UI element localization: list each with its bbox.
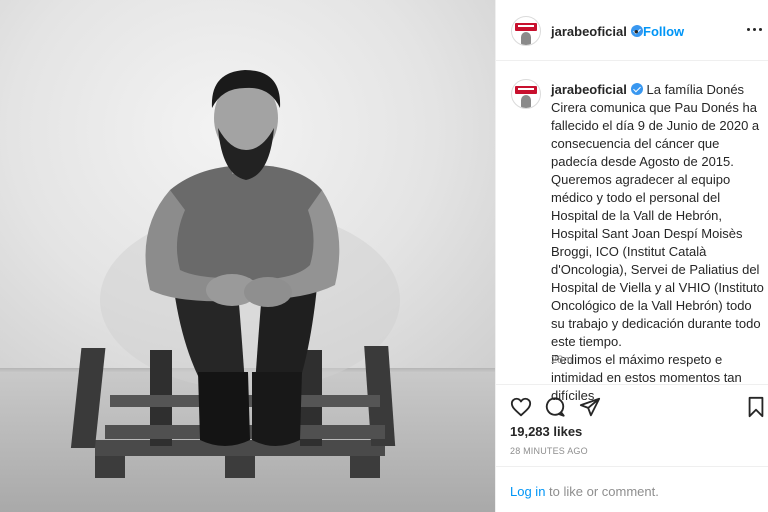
caption-username[interactable]: jarabeoficial xyxy=(551,82,627,97)
avatar-logo-stripe xyxy=(518,88,534,90)
header-username-text[interactable]: jarabeoficial xyxy=(551,24,627,39)
post-timestamp[interactable]: 28 MINUTES AGO xyxy=(510,446,588,456)
avatar-figure xyxy=(521,32,531,45)
post-side-panel: jarabeoficial • Follow jarabeoficial La … xyxy=(496,0,768,512)
comment-bubble-icon[interactable] xyxy=(544,396,566,418)
header-username[interactable]: jarabeoficial xyxy=(551,24,643,39)
verified-badge-icon xyxy=(630,83,643,95)
heart-icon[interactable] xyxy=(510,396,532,418)
more-options-icon[interactable] xyxy=(746,20,764,38)
avatar[interactable] xyxy=(511,16,541,46)
caption-timestamp[interactable]: 28m xyxy=(551,354,572,366)
login-prompt: Log in to like or comment. xyxy=(510,484,659,499)
more-dot xyxy=(747,28,750,31)
more-dot xyxy=(753,28,756,31)
more-dot xyxy=(759,28,762,31)
avatar-logo-stripe xyxy=(518,25,534,27)
post-actions: 19,283 likes 28 MINUTES AGO Log in to li… xyxy=(496,384,768,512)
photo-subject xyxy=(70,70,400,478)
avatar-figure xyxy=(521,95,531,108)
comments-area: jarabeoficial La família Donés Cirera co… xyxy=(496,62,768,403)
post-photo[interactable] xyxy=(0,0,495,512)
likes-count[interactable]: 19,283 likes xyxy=(510,424,582,439)
post-caption: jarabeoficial La família Donés Cirera co… xyxy=(551,81,766,405)
paper-plane-icon[interactable] xyxy=(579,396,601,418)
caption-paragraph-2: Queremos agradecer al equipo médico y to… xyxy=(551,172,764,349)
login-suffix: to like or comment. xyxy=(545,484,659,499)
caption-paragraph-1: jarabeoficial La família Donés Cirera co… xyxy=(551,81,766,171)
post-header: jarabeoficial • Follow xyxy=(496,0,768,61)
follow-button[interactable]: Follow xyxy=(643,24,684,39)
login-bar: Log in to like or comment. xyxy=(496,466,768,512)
header-separator: • xyxy=(634,24,639,39)
caption-avatar[interactable] xyxy=(511,79,541,109)
login-link[interactable]: Log in xyxy=(510,484,545,499)
bookmark-icon[interactable] xyxy=(746,396,766,418)
